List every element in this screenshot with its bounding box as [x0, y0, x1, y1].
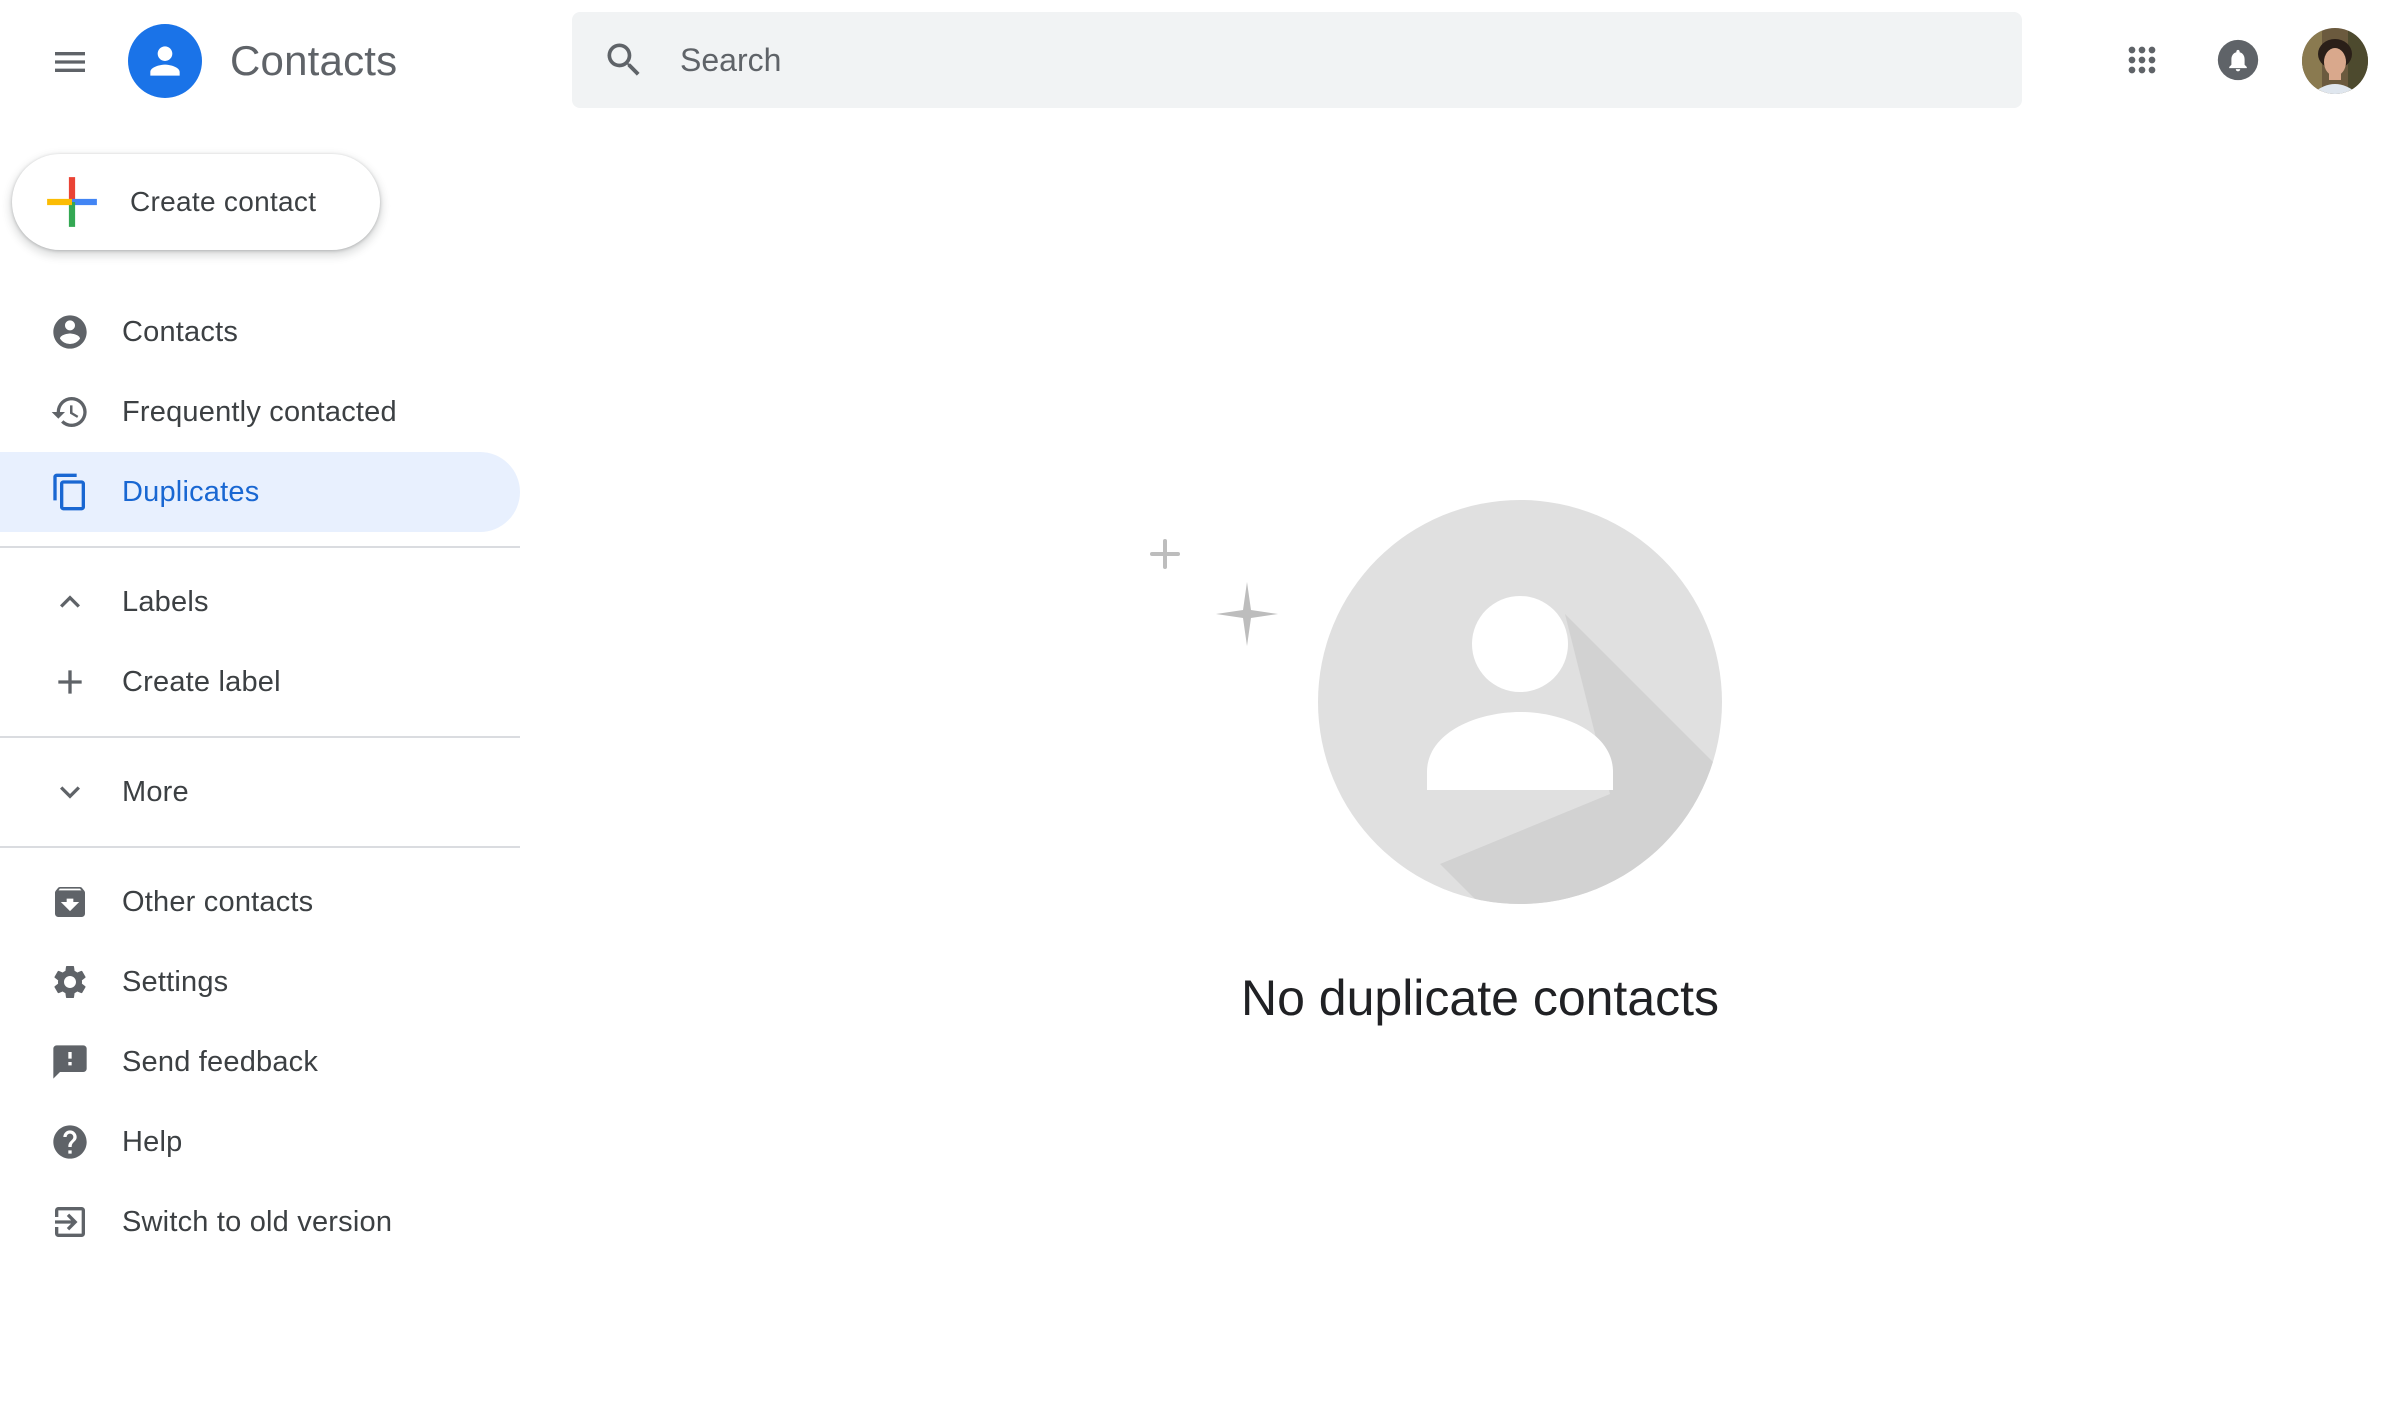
sidebar-item-switch-old-version[interactable]: Switch to old version: [0, 1182, 520, 1262]
person-head-shape: [1472, 596, 1568, 692]
search-input[interactable]: [680, 30, 1980, 90]
top-app-bar: Contacts: [0, 0, 2396, 122]
sidebar-item-label: Other contacts: [122, 885, 314, 918]
sidebar-item-send-feedback[interactable]: Send feedback: [0, 1022, 520, 1102]
sidebar-item-frequently-contacted[interactable]: Frequently contacted: [0, 372, 520, 452]
person-logo-icon: [150, 46, 180, 76]
create-contact-label: Create contact: [130, 186, 317, 217]
sidebar-divider: [0, 846, 520, 848]
sidebar-item-contacts[interactable]: Contacts: [0, 292, 520, 372]
plus-icon: [50, 662, 90, 702]
hamburger-menu-icon: [55, 52, 85, 72]
sidebar-item-label: Send feedback: [122, 1045, 319, 1078]
contacts-logo[interactable]: [128, 24, 202, 98]
duplicate-icon: [50, 472, 90, 512]
history-icon: [50, 392, 90, 432]
sparkle-large-icon: [1216, 582, 1278, 646]
sparkle-small-icon: [1150, 539, 1180, 569]
archive-icon: [50, 882, 90, 922]
sidebar-item-duplicates[interactable]: Duplicates: [0, 452, 520, 532]
labels-header: Labels: [122, 585, 209, 618]
sidebar-item-other-contacts[interactable]: Other contacts: [0, 862, 520, 942]
sidebar-item-help[interactable]: Help: [0, 1102, 520, 1182]
more-label: More: [122, 775, 189, 808]
sidebar-item-label: Duplicates: [122, 475, 260, 508]
more-section-toggle[interactable]: More: [0, 752, 520, 832]
feedback-icon: [50, 1042, 90, 1082]
create-label-button[interactable]: Create label: [0, 642, 520, 722]
create-label-label: Create label: [122, 665, 281, 698]
sidebar-divider: [0, 546, 520, 548]
gear-icon: [50, 962, 90, 1002]
sidebar-item-settings[interactable]: Settings: [0, 942, 520, 1022]
sidebar-item-label: Frequently contacted: [122, 395, 397, 428]
user-photo-icon: [2302, 28, 2368, 94]
search-bar[interactable]: [572, 12, 2022, 108]
search-icon[interactable]: [576, 12, 672, 108]
sidebar-item-label: Settings: [122, 965, 229, 998]
empty-state-illustration: [1150, 500, 1722, 904]
sidebar-divider: [0, 736, 520, 738]
apps-grid-icon: [2128, 46, 2156, 74]
colored-plus-icon: [47, 177, 97, 227]
empty-state-message: No duplicate contacts: [1240, 970, 1720, 1026]
exit-icon: [50, 1202, 90, 1242]
account-avatar[interactable]: [2302, 28, 2368, 94]
person-circle-icon: [50, 312, 90, 352]
google-apps-button[interactable]: [2110, 28, 2174, 92]
sidebar-item-label: Switch to old version: [122, 1205, 393, 1238]
labels-section-toggle[interactable]: Labels: [0, 562, 520, 642]
main-menu-button[interactable]: [38, 30, 102, 94]
bell-icon: [2217, 39, 2259, 81]
chevron-down-icon: [50, 772, 90, 812]
create-contact-button[interactable]: Create contact: [12, 154, 380, 250]
app-title[interactable]: Contacts: [230, 34, 397, 88]
help-icon: [50, 1122, 90, 1162]
chevron-up-icon: [50, 582, 90, 622]
notifications-button[interactable]: [2206, 28, 2270, 92]
sidebar-item-label: Contacts: [122, 315, 239, 348]
sidebar-item-label: Help: [122, 1125, 183, 1158]
